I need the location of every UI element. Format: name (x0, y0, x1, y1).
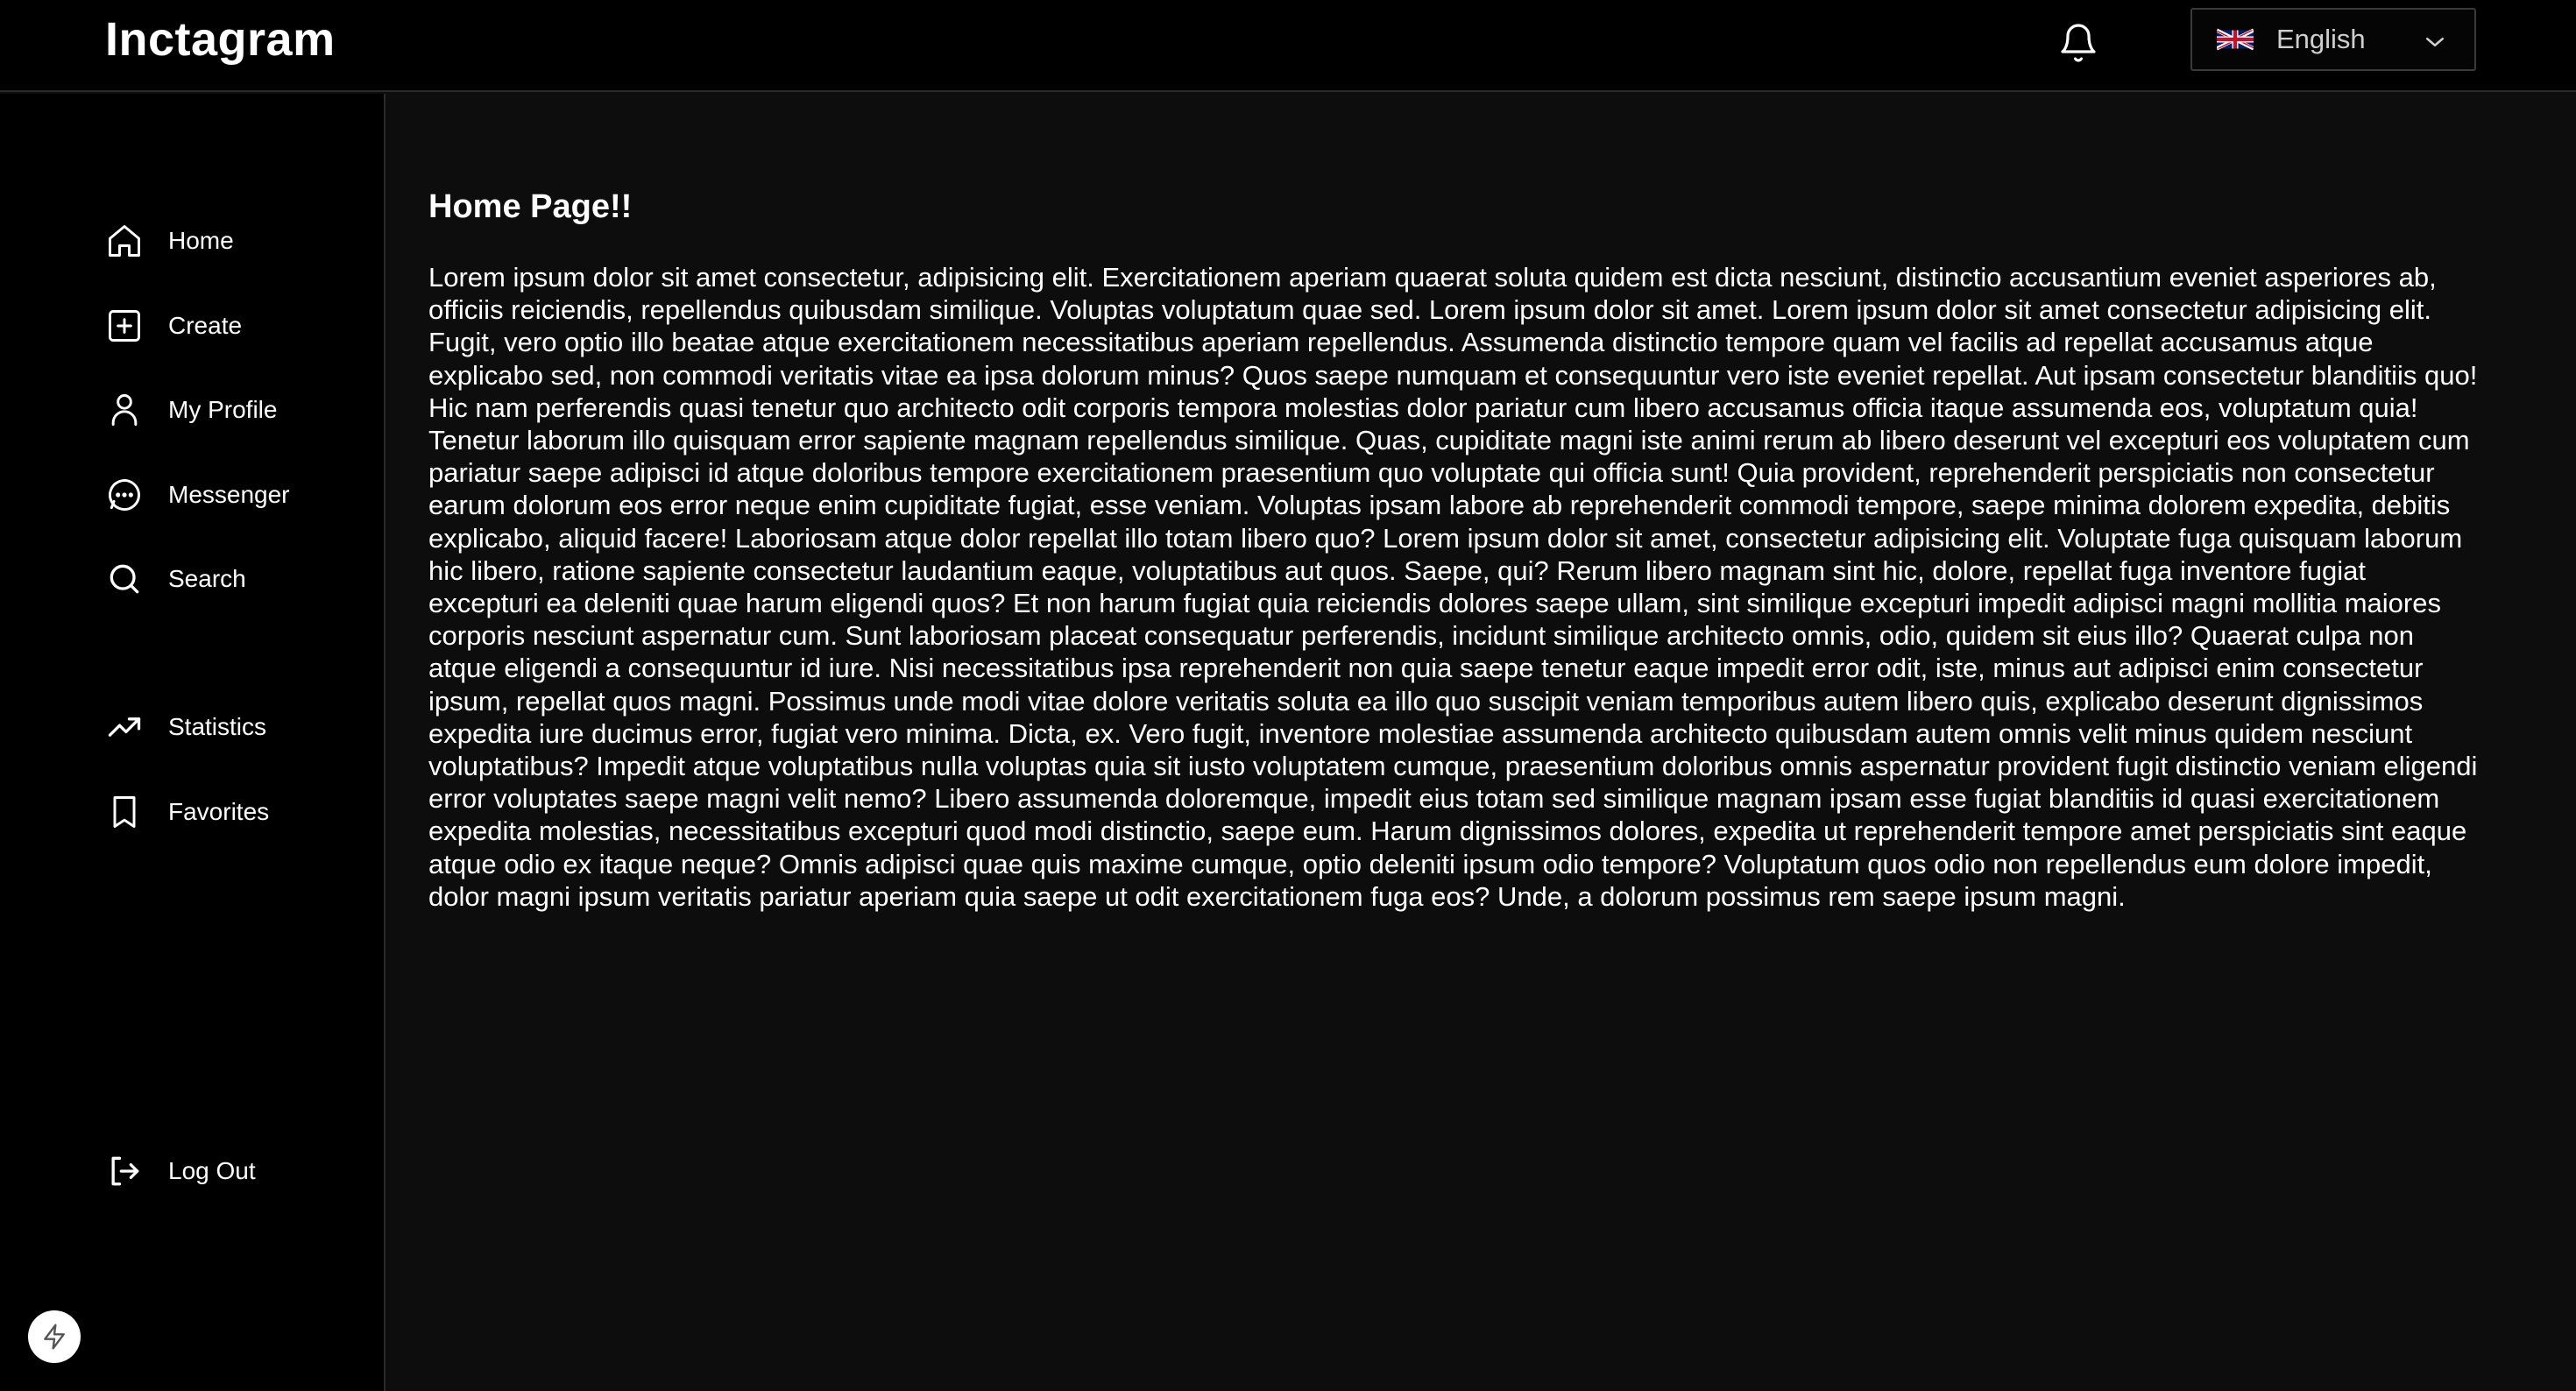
sidebar-item-label: Search (168, 565, 246, 592)
trending-up-icon (108, 717, 141, 737)
sidebar-item-home[interactable]: Home (105, 216, 368, 265)
bell-icon[interactable] (2057, 22, 2099, 64)
sidebar-item-statistics[interactable]: Statistics (105, 703, 368, 752)
logout-icon (111, 1156, 139, 1186)
app-logo[interactable]: Inctagram (105, 12, 336, 67)
sidebar-item-label: My Profile (168, 396, 278, 423)
plus-square-icon (109, 310, 140, 342)
uk-flag-icon (2217, 28, 2254, 51)
bolt-icon (44, 1324, 65, 1350)
sidebar: Home Create My Profile Messenger Search … (0, 94, 386, 1391)
top-header: Inctagram English (0, 0, 2576, 92)
devtools-button[interactable] (28, 1310, 81, 1363)
sidebar-item-label: Create (168, 312, 243, 339)
sidebar-item-label: Statistics (168, 713, 267, 740)
sidebar-item-label: Messenger (168, 481, 290, 508)
home-icon (109, 225, 140, 257)
main-content: Home Page!! Lorem ipsum dolor sit amet c… (387, 94, 2576, 1391)
page-body-text: Lorem ipsum dolor sit amet consectetur, … (428, 262, 2478, 912)
sidebar-item-messenger[interactable]: Messenger (105, 470, 368, 519)
message-icon (109, 479, 140, 511)
sidebar-item-label: Home (168, 227, 234, 254)
logout-button[interactable]: Log Out (105, 1147, 368, 1196)
language-label: English (2276, 24, 2366, 54)
search-icon (110, 564, 139, 594)
page-title: Home Page!! (428, 188, 633, 225)
language-select[interactable]: English (2190, 8, 2476, 71)
sidebar-item-my-profile[interactable]: My Profile (105, 385, 368, 434)
chevron-down-icon (2426, 38, 2444, 46)
sidebar-item-favorites[interactable]: Favorites (105, 787, 368, 837)
sidebar-item-create[interactable]: Create (105, 301, 368, 350)
sidebar-item-search[interactable]: Search (105, 554, 368, 604)
sidebar-item-label: Favorites (168, 798, 270, 825)
user-icon (111, 394, 138, 426)
logout-label: Log Out (168, 1157, 256, 1184)
bookmark-icon (113, 796, 136, 828)
